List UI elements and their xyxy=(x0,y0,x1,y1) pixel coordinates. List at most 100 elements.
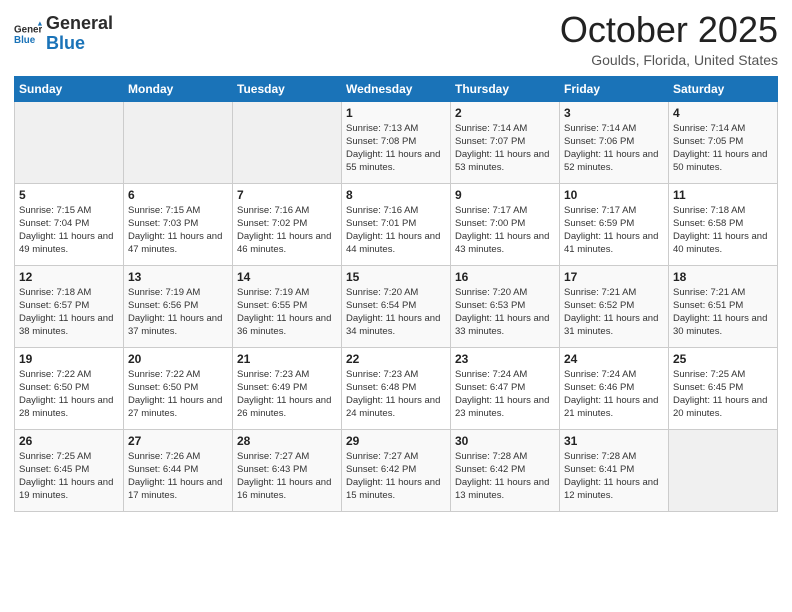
calendar-cell: 13 Sunrise: 7:19 AM Sunset: 6:56 PM Dayli… xyxy=(124,265,233,347)
weekday-header-tuesday: Tuesday xyxy=(233,76,342,101)
day-info: Sunrise: 7:21 AM Sunset: 6:52 PM Dayligh… xyxy=(564,286,664,339)
day-number: 18 xyxy=(673,270,773,284)
day-info: Sunrise: 7:17 AM Sunset: 7:00 PM Dayligh… xyxy=(455,204,555,257)
day-info: Sunrise: 7:27 AM Sunset: 6:42 PM Dayligh… xyxy=(346,450,446,503)
logo-text: General Blue xyxy=(46,14,113,54)
day-number: 29 xyxy=(346,434,446,448)
calendar-cell: 28 Sunrise: 7:27 AM Sunset: 6:43 PM Dayli… xyxy=(233,429,342,511)
day-info: Sunrise: 7:14 AM Sunset: 7:07 PM Dayligh… xyxy=(455,122,555,175)
calendar-cell: 30Sunrise: 7:28 AM Sunset: 6:42 PM Dayli… xyxy=(451,429,560,511)
calendar-cell: 2 Sunrise: 7:14 AM Sunset: 7:07 PM Daylig… xyxy=(451,101,560,183)
calendar-cell: 8Sunrise: 7:16 AM Sunset: 7:01 PM Daylig… xyxy=(342,183,451,265)
title-block: October 2025 Goulds, Florida, United Sta… xyxy=(560,10,778,68)
weekday-header-sunday: Sunday xyxy=(15,76,124,101)
calendar-cell: 17 Sunrise: 7:21 AM Sunset: 6:52 PM Dayli… xyxy=(560,265,669,347)
day-number: 12 xyxy=(19,270,119,284)
day-number: 10 xyxy=(564,188,664,202)
day-info: Sunrise: 7:27 AM Sunset: 6:43 PM Dayligh… xyxy=(237,450,337,503)
day-number: 1 xyxy=(346,106,446,120)
calendar-cell: 23 Sunrise: 7:24 AM Sunset: 6:47 PM Dayli… xyxy=(451,347,560,429)
day-number: 13 xyxy=(128,270,228,284)
day-info: Sunrise: 7:19 AM Sunset: 6:55 PM Dayligh… xyxy=(237,286,337,339)
calendar-cell: 22Sunrise: 7:23 AM Sunset: 6:48 PM Dayli… xyxy=(342,347,451,429)
calendar-cell: 1 Sunrise: 7:13 AM Sunset: 7:08 PM Daylig… xyxy=(342,101,451,183)
day-number: 23 xyxy=(455,352,555,366)
day-number: 16 xyxy=(455,270,555,284)
day-info: Sunrise: 7:24 AM Sunset: 6:47 PM Dayligh… xyxy=(455,368,555,421)
calendar-cell: 21 Sunrise: 7:23 AM Sunset: 6:49 PM Dayli… xyxy=(233,347,342,429)
day-info: Sunrise: 7:25 AM Sunset: 6:45 PM Dayligh… xyxy=(673,368,773,421)
day-number: 24 xyxy=(564,352,664,366)
day-number: 27 xyxy=(128,434,228,448)
day-info: Sunrise: 7:22 AM Sunset: 6:50 PM Dayligh… xyxy=(19,368,119,421)
day-number: 14 xyxy=(237,270,337,284)
calendar-cell: 31 Sunrise: 7:28 AM Sunset: 6:41 PM Dayli… xyxy=(560,429,669,511)
day-number: 11 xyxy=(673,188,773,202)
day-info: Sunrise: 7:15 AM Sunset: 7:03 PM Dayligh… xyxy=(128,204,228,257)
day-number: 3 xyxy=(564,106,664,120)
calendar-cell: 16 Sunrise: 7:20 AM Sunset: 6:53 PM Dayli… xyxy=(451,265,560,347)
day-number: 30 xyxy=(455,434,555,448)
calendar-table: SundayMondayTuesdayWednesdayThursdayFrid… xyxy=(14,76,778,512)
calendar-cell: 10 Sunrise: 7:17 AM Sunset: 6:59 PM Dayli… xyxy=(560,183,669,265)
page-header: General Blue General Blue October 2025 G… xyxy=(14,10,778,68)
weekday-header-saturday: Saturday xyxy=(669,76,778,101)
calendar-cell xyxy=(15,101,124,183)
day-number: 2 xyxy=(455,106,555,120)
day-info: Sunrise: 7:14 AM Sunset: 7:06 PM Dayligh… xyxy=(564,122,664,175)
calendar-cell: 29 Sunrise: 7:27 AM Sunset: 6:42 PM Dayli… xyxy=(342,429,451,511)
calendar-cell: 14 Sunrise: 7:19 AM Sunset: 6:55 PM Dayli… xyxy=(233,265,342,347)
weekday-header-row: SundayMondayTuesdayWednesdayThursdayFrid… xyxy=(15,76,778,101)
day-number: 31 xyxy=(564,434,664,448)
page-container: General Blue General Blue October 2025 G… xyxy=(0,0,792,522)
calendar-cell: 12 Sunrise: 7:18 AM Sunset: 6:57 PM Dayli… xyxy=(15,265,124,347)
svg-text:Blue: Blue xyxy=(14,35,36,46)
day-number: 8 xyxy=(346,188,446,202)
calendar-cell xyxy=(233,101,342,183)
day-info: Sunrise: 7:23 AM Sunset: 6:49 PM Dayligh… xyxy=(237,368,337,421)
calendar-cell: 11 Sunrise: 7:18 AM Sunset: 6:58 PM Dayli… xyxy=(669,183,778,265)
day-info: Sunrise: 7:18 AM Sunset: 6:58 PM Dayligh… xyxy=(673,204,773,257)
calendar-cell: 6 Sunrise: 7:15 AM Sunset: 7:03 PM Daylig… xyxy=(124,183,233,265)
calendar-cell: 25 Sunrise: 7:25 AM Sunset: 6:45 PM Dayli… xyxy=(669,347,778,429)
day-number: 7 xyxy=(237,188,337,202)
calendar-cell: 24Sunrise: 7:24 AM Sunset: 6:46 PM Dayli… xyxy=(560,347,669,429)
day-number: 21 xyxy=(237,352,337,366)
day-info: Sunrise: 7:21 AM Sunset: 6:51 PM Dayligh… xyxy=(673,286,773,339)
calendar-week-1: 1 Sunrise: 7:13 AM Sunset: 7:08 PM Daylig… xyxy=(15,101,778,183)
day-info: Sunrise: 7:19 AM Sunset: 6:56 PM Dayligh… xyxy=(128,286,228,339)
day-number: 25 xyxy=(673,352,773,366)
day-number: 5 xyxy=(19,188,119,202)
day-number: 17 xyxy=(564,270,664,284)
day-number: 26 xyxy=(19,434,119,448)
logo: General Blue General Blue xyxy=(14,14,113,54)
day-info: Sunrise: 7:20 AM Sunset: 6:54 PM Dayligh… xyxy=(346,286,446,339)
calendar-cell: 4Sunrise: 7:14 AM Sunset: 7:05 PM Daylig… xyxy=(669,101,778,183)
day-info: Sunrise: 7:26 AM Sunset: 6:44 PM Dayligh… xyxy=(128,450,228,503)
weekday-header-monday: Monday xyxy=(124,76,233,101)
day-number: 28 xyxy=(237,434,337,448)
calendar-header: SundayMondayTuesdayWednesdayThursdayFrid… xyxy=(15,76,778,101)
calendar-week-3: 12 Sunrise: 7:18 AM Sunset: 6:57 PM Dayli… xyxy=(15,265,778,347)
calendar-cell: 27 Sunrise: 7:26 AM Sunset: 6:44 PM Dayli… xyxy=(124,429,233,511)
day-number: 6 xyxy=(128,188,228,202)
weekday-header-thursday: Thursday xyxy=(451,76,560,101)
day-number: 4 xyxy=(673,106,773,120)
weekday-header-wednesday: Wednesday xyxy=(342,76,451,101)
day-info: Sunrise: 7:28 AM Sunset: 6:41 PM Dayligh… xyxy=(564,450,664,503)
day-number: 22 xyxy=(346,352,446,366)
calendar-cell: 26Sunrise: 7:25 AM Sunset: 6:45 PM Dayli… xyxy=(15,429,124,511)
day-info: Sunrise: 7:15 AM Sunset: 7:04 PM Dayligh… xyxy=(19,204,119,257)
calendar-week-4: 19 Sunrise: 7:22 AM Sunset: 6:50 PM Dayli… xyxy=(15,347,778,429)
calendar-cell: 3 Sunrise: 7:14 AM Sunset: 7:06 PM Daylig… xyxy=(560,101,669,183)
day-info: Sunrise: 7:18 AM Sunset: 6:57 PM Dayligh… xyxy=(19,286,119,339)
calendar-cell: 19 Sunrise: 7:22 AM Sunset: 6:50 PM Dayli… xyxy=(15,347,124,429)
day-info: Sunrise: 7:13 AM Sunset: 7:08 PM Dayligh… xyxy=(346,122,446,175)
day-number: 19 xyxy=(19,352,119,366)
day-info: Sunrise: 7:17 AM Sunset: 6:59 PM Dayligh… xyxy=(564,204,664,257)
calendar-week-5: 26Sunrise: 7:25 AM Sunset: 6:45 PM Dayli… xyxy=(15,429,778,511)
day-info: Sunrise: 7:22 AM Sunset: 6:50 PM Dayligh… xyxy=(128,368,228,421)
day-info: Sunrise: 7:20 AM Sunset: 6:53 PM Dayligh… xyxy=(455,286,555,339)
weekday-header-friday: Friday xyxy=(560,76,669,101)
day-number: 20 xyxy=(128,352,228,366)
